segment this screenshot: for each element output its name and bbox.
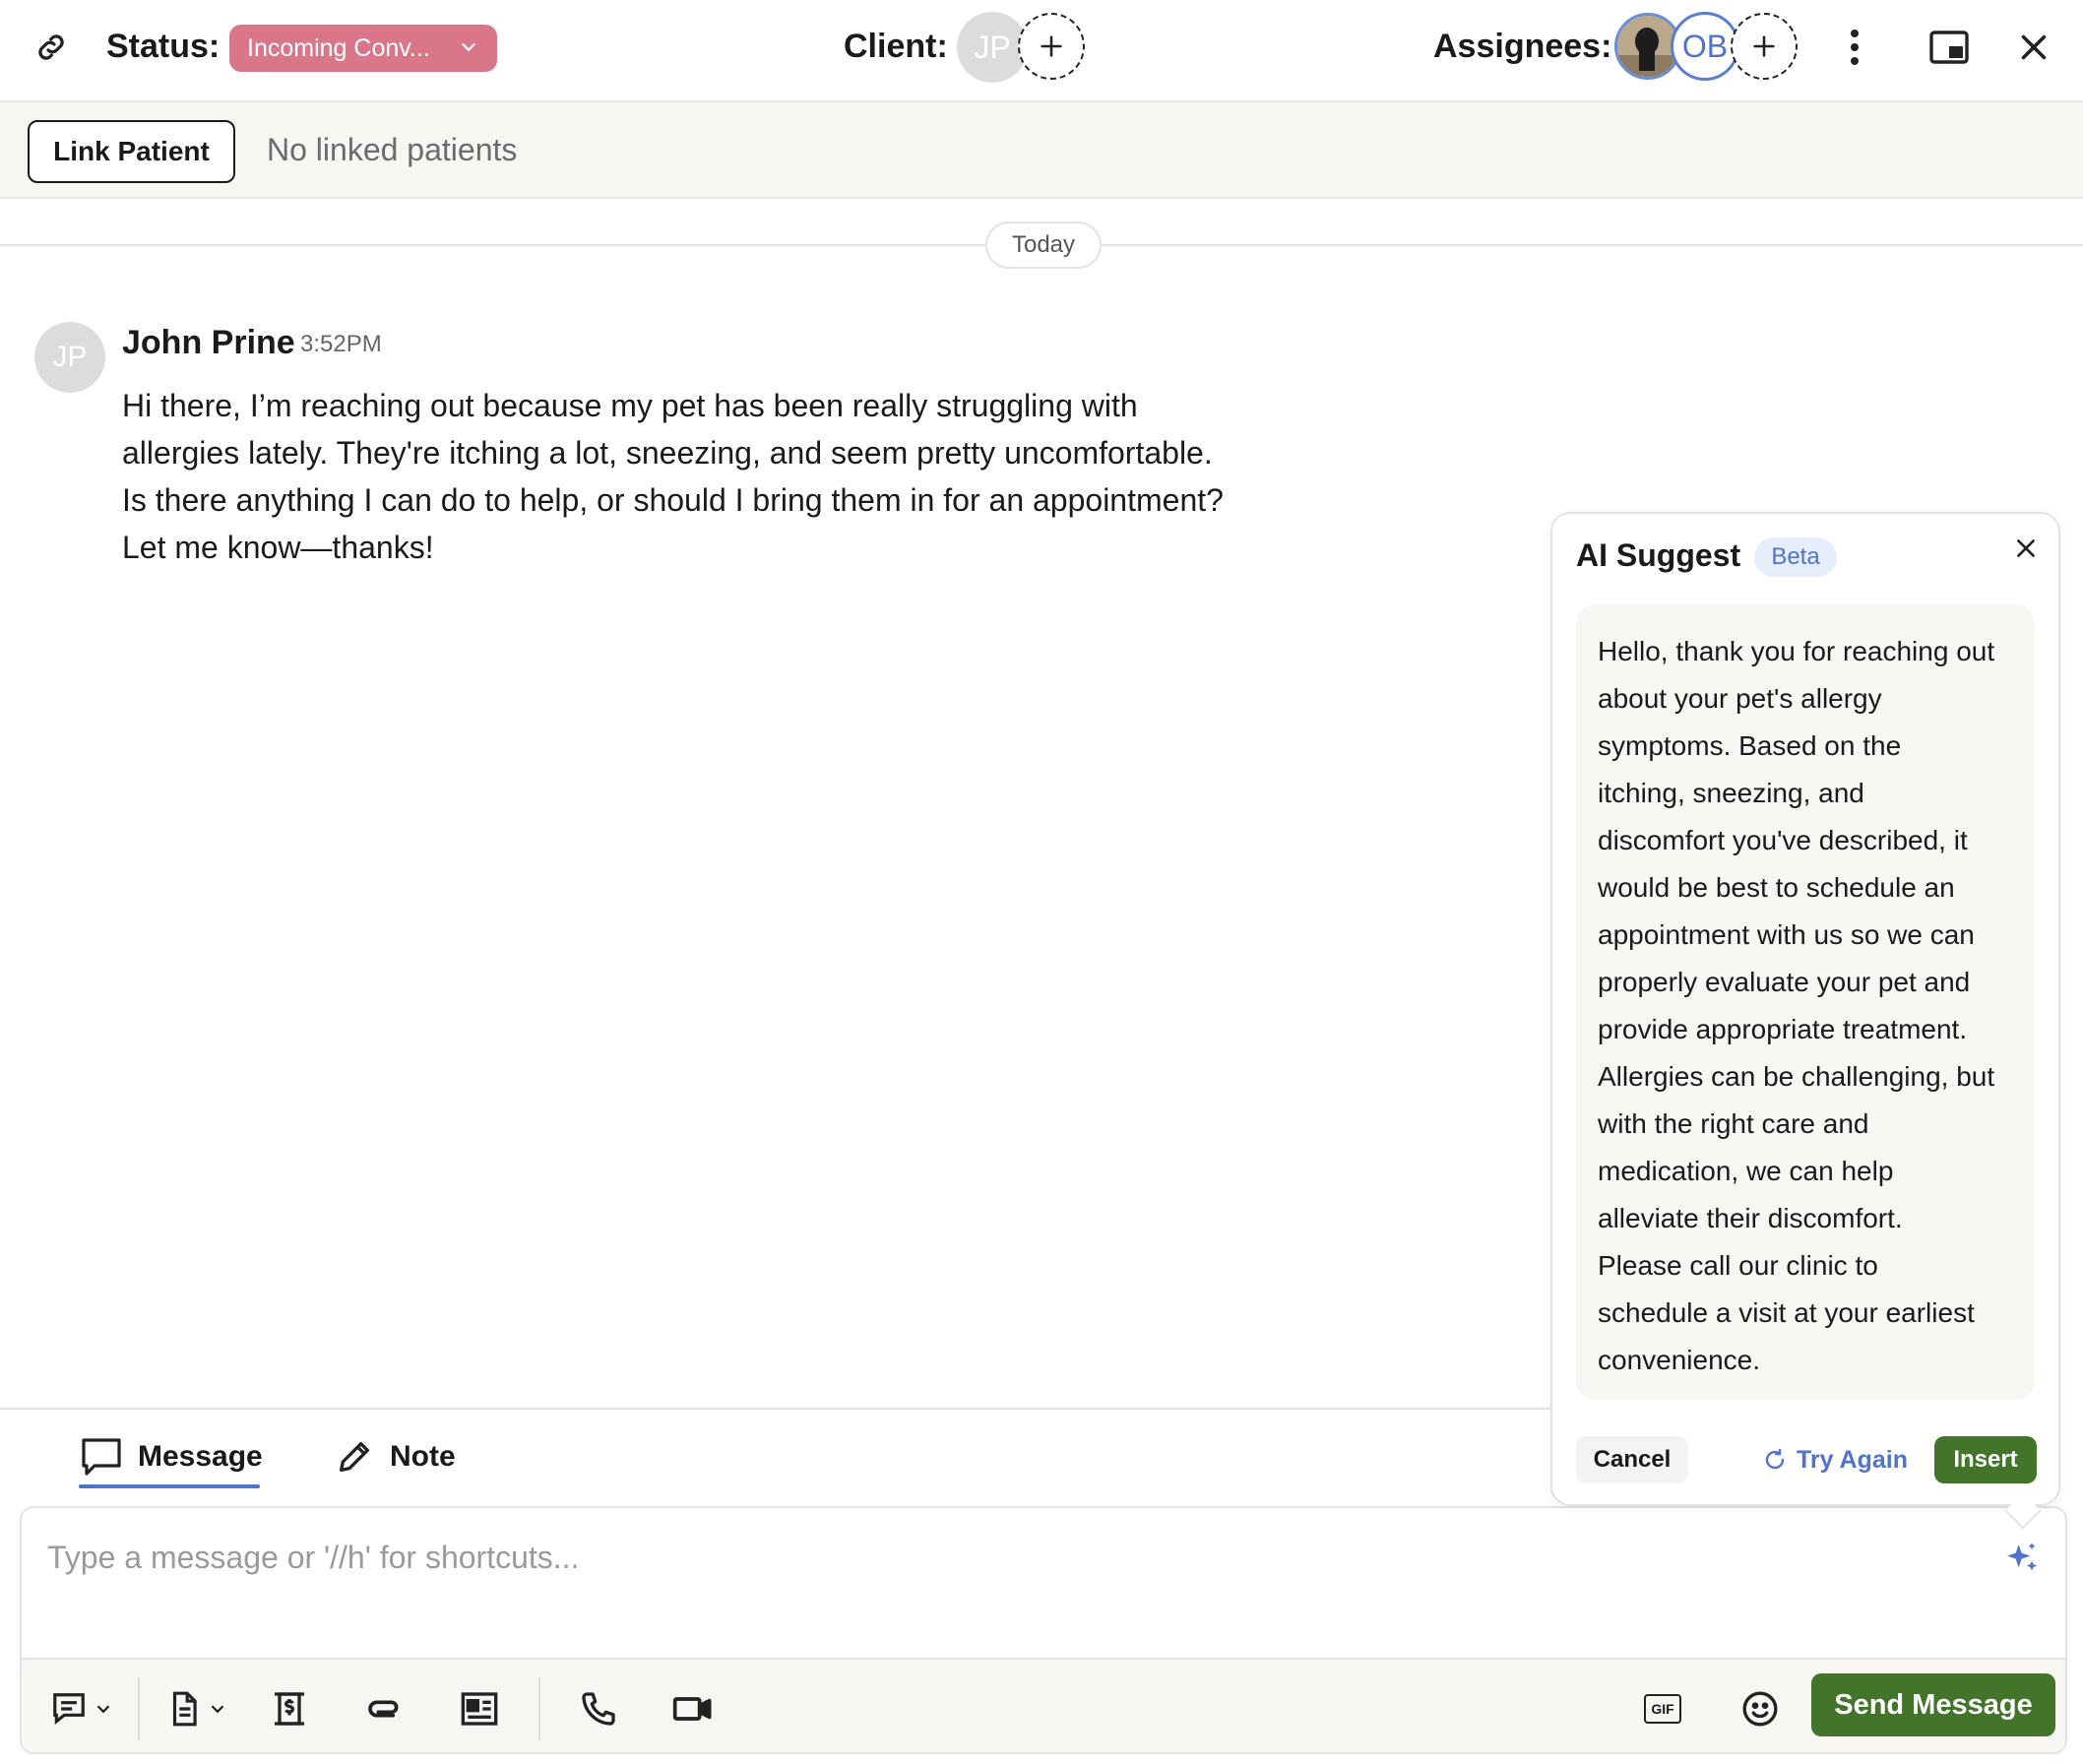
close-icon[interactable]: [2013, 536, 2039, 561]
status-dropdown[interactable]: Incoming Conv...: [229, 25, 497, 72]
tab-note-label: Note: [390, 1440, 456, 1473]
refresh-icon: [1763, 1448, 1787, 1472]
suggestion-line: with the right care and: [1598, 1108, 1869, 1139]
composer-toolbar: GIF Send Message: [22, 1658, 2065, 1752]
paperclip-icon: [364, 1689, 406, 1729]
suggestion-line: appointment with us so we can: [1598, 919, 1975, 950]
message-template-icon: [49, 1690, 89, 1728]
payment-request-button[interactable]: [270, 1685, 309, 1732]
phone-call-button[interactable]: [579, 1685, 618, 1732]
active-tab-indicator: [79, 1484, 260, 1488]
status-value: Incoming Conv...: [247, 33, 430, 62]
date-divider-label: Today: [985, 221, 1102, 269]
link-icon[interactable]: [33, 30, 69, 65]
suggestion-line: about your pet's allergy: [1598, 683, 1882, 714]
ai-suggestion-text: Hello, thank you for reaching out about …: [1576, 604, 2035, 1400]
assignees-label: Assignees:: [1433, 28, 1612, 65]
phone-icon: [579, 1689, 618, 1729]
message-line: Let me know—thanks!: [122, 530, 434, 565]
client-label: Client:: [844, 28, 948, 65]
suggestion-line: schedule a visit at your earliest: [1598, 1297, 1975, 1328]
status-label: Status:: [106, 28, 221, 65]
suggestion-line: would be best to schedule an: [1598, 872, 1955, 903]
send-message-button[interactable]: Send Message: [1811, 1673, 2055, 1736]
templates-button[interactable]: [49, 1685, 114, 1732]
close-icon[interactable]: [2016, 30, 2051, 65]
message-timestamp: 3:52PM: [300, 331, 382, 357]
add-client-button[interactable]: [1018, 13, 1085, 80]
attachment-button[interactable]: [364, 1685, 406, 1732]
toolbar-separator: [538, 1677, 540, 1740]
cancel-button[interactable]: Cancel: [1576, 1436, 1688, 1483]
suggestion-line: itching, sneezing, and: [1598, 778, 1864, 808]
form-button[interactable]: [459, 1685, 500, 1732]
suggestion-line: provide appropriate treatment.: [1598, 1014, 1968, 1044]
gif-icon: GIF: [1644, 1694, 1681, 1724]
tab-message-label: Message: [138, 1440, 263, 1473]
chat-bubble-icon: [81, 1437, 122, 1477]
ai-suggest-panel: AI Suggest Beta Hello, thank you for rea…: [1550, 512, 2060, 1530]
suggestion-line: alleviate their discomfort.: [1598, 1203, 1903, 1233]
suggestion-line: medication, we can help: [1598, 1156, 1894, 1186]
suggestion-line: convenience.: [1598, 1345, 1761, 1375]
suggestion-line: properly evaluate your pet and: [1598, 967, 1971, 997]
tab-note[interactable]: Note: [335, 1427, 456, 1486]
message-line: Is there anything I can do to help, or s…: [122, 482, 1224, 518]
message-composer: Type a message or '//h' for shortcuts...: [20, 1506, 2067, 1754]
smiley-icon: [1740, 1689, 1780, 1729]
invoice-dollar-icon: [270, 1688, 309, 1730]
try-again-label: Try Again: [1797, 1445, 1908, 1474]
suggestion-line: Hello, thank you for reaching out: [1598, 636, 1995, 666]
chevron-down-icon: [458, 36, 479, 58]
video-camera-icon: [671, 1689, 715, 1729]
message-line: Hi there, I’m reaching out because my pe…: [122, 388, 1138, 423]
suggestion-line: Allergies can be challenging, but: [1598, 1061, 1995, 1092]
ai-sparkle-icon[interactable]: [2002, 1540, 2042, 1579]
no-linked-patients-text: No linked patients: [267, 132, 518, 167]
suggestion-line: symptoms. Based on the: [1598, 730, 1902, 761]
message-body: Hi there, I’m reaching out because my pe…: [122, 382, 1323, 571]
ai-suggest-title: AI Suggest: [1576, 537, 1741, 573]
beta-badge: Beta: [1754, 537, 1837, 577]
sender-avatar: JP: [34, 322, 105, 393]
plus-icon: [1038, 32, 1065, 60]
try-again-button[interactable]: Try Again: [1763, 1436, 1908, 1483]
suggestion-line: Please call our clinic to: [1598, 1250, 1878, 1281]
conversation-header: Status: Incoming Conv... Client: JP Assi…: [0, 0, 2083, 102]
toolbar-separator: [138, 1677, 140, 1740]
pencil-icon: [335, 1437, 374, 1477]
tab-message[interactable]: Message: [81, 1427, 263, 1486]
documents-button[interactable]: [165, 1685, 228, 1732]
emoji-button[interactable]: [1740, 1685, 1780, 1732]
more-options-icon[interactable]: [1839, 28, 1870, 67]
link-patient-button[interactable]: Link Patient: [28, 120, 235, 183]
message-input[interactable]: Type a message or '//h' for shortcuts...: [47, 1540, 579, 1576]
document-icon: [165, 1689, 203, 1729]
suggestion-line: discomfort you've described, it: [1598, 825, 1968, 855]
picture-in-picture-icon[interactable]: [1929, 30, 1969, 65]
insert-button[interactable]: Insert: [1934, 1436, 2037, 1483]
chevron-down-icon: [93, 1698, 114, 1720]
linked-patients-bar: Link Patient No linked patients: [0, 102, 2083, 199]
chevron-down-icon: [207, 1698, 228, 1720]
sender-name: John Prine: [122, 324, 295, 361]
message-line: allergies lately. They're itching a lot,…: [122, 435, 1213, 471]
form-card-icon: [459, 1689, 500, 1729]
gif-button[interactable]: GIF: [1644, 1685, 1681, 1732]
plus-icon: [1750, 32, 1778, 60]
assignee-avatar[interactable]: OB: [1671, 12, 1739, 81]
composer-divider: [0, 1408, 1550, 1410]
video-call-button[interactable]: [671, 1685, 715, 1732]
add-assignee-button[interactable]: [1731, 13, 1798, 80]
